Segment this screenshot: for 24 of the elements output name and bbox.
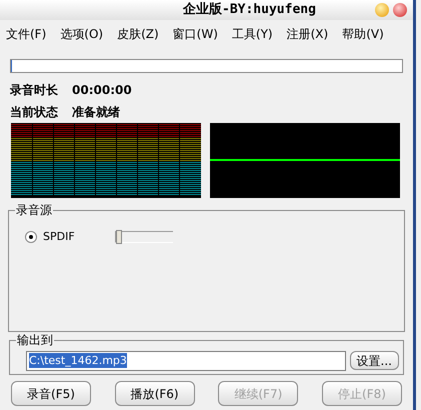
duration-label: 录音时长 [10, 82, 58, 99]
settings-button[interactable]: 设置... [350, 351, 399, 370]
source-label: SPDIF [43, 229, 76, 245]
status-value: 准备就绪 [72, 104, 120, 121]
window-title: 企业版-BY:huyufeng [183, 1, 317, 20]
volume-slider[interactable] [115, 231, 173, 244]
menu-item[interactable]: 皮肤(Z) [117, 25, 159, 43]
status-label: 当前状态 [10, 104, 58, 121]
menu-item[interactable]: 工具(Y) [232, 25, 273, 43]
menu-item[interactable]: 注册(X) [286, 25, 328, 43]
menu-item[interactable]: 窗口(W) [172, 25, 218, 43]
slider-thumb[interactable] [116, 230, 122, 244]
duration-value: 00:00:00 [72, 82, 132, 99]
output-path-field[interactable]: C:\test_1462.mp3 [26, 350, 346, 370]
close-button[interactable] [393, 3, 407, 17]
group-title: 输出到 [16, 332, 54, 348]
menu-item[interactable]: 帮助(V) [342, 25, 384, 43]
action-button[interactable]: 播放(F6) [114, 381, 195, 406]
minimize-button[interactable] [375, 3, 389, 17]
menu-item[interactable]: 选项(O) [60, 25, 104, 43]
radio-button[interactable] [25, 231, 37, 244]
menu-item[interactable]: 文件(F) [6, 25, 46, 43]
action-button[interactable]: 录音(F5) [11, 381, 91, 406]
group-title: 录音源 [15, 202, 53, 218]
